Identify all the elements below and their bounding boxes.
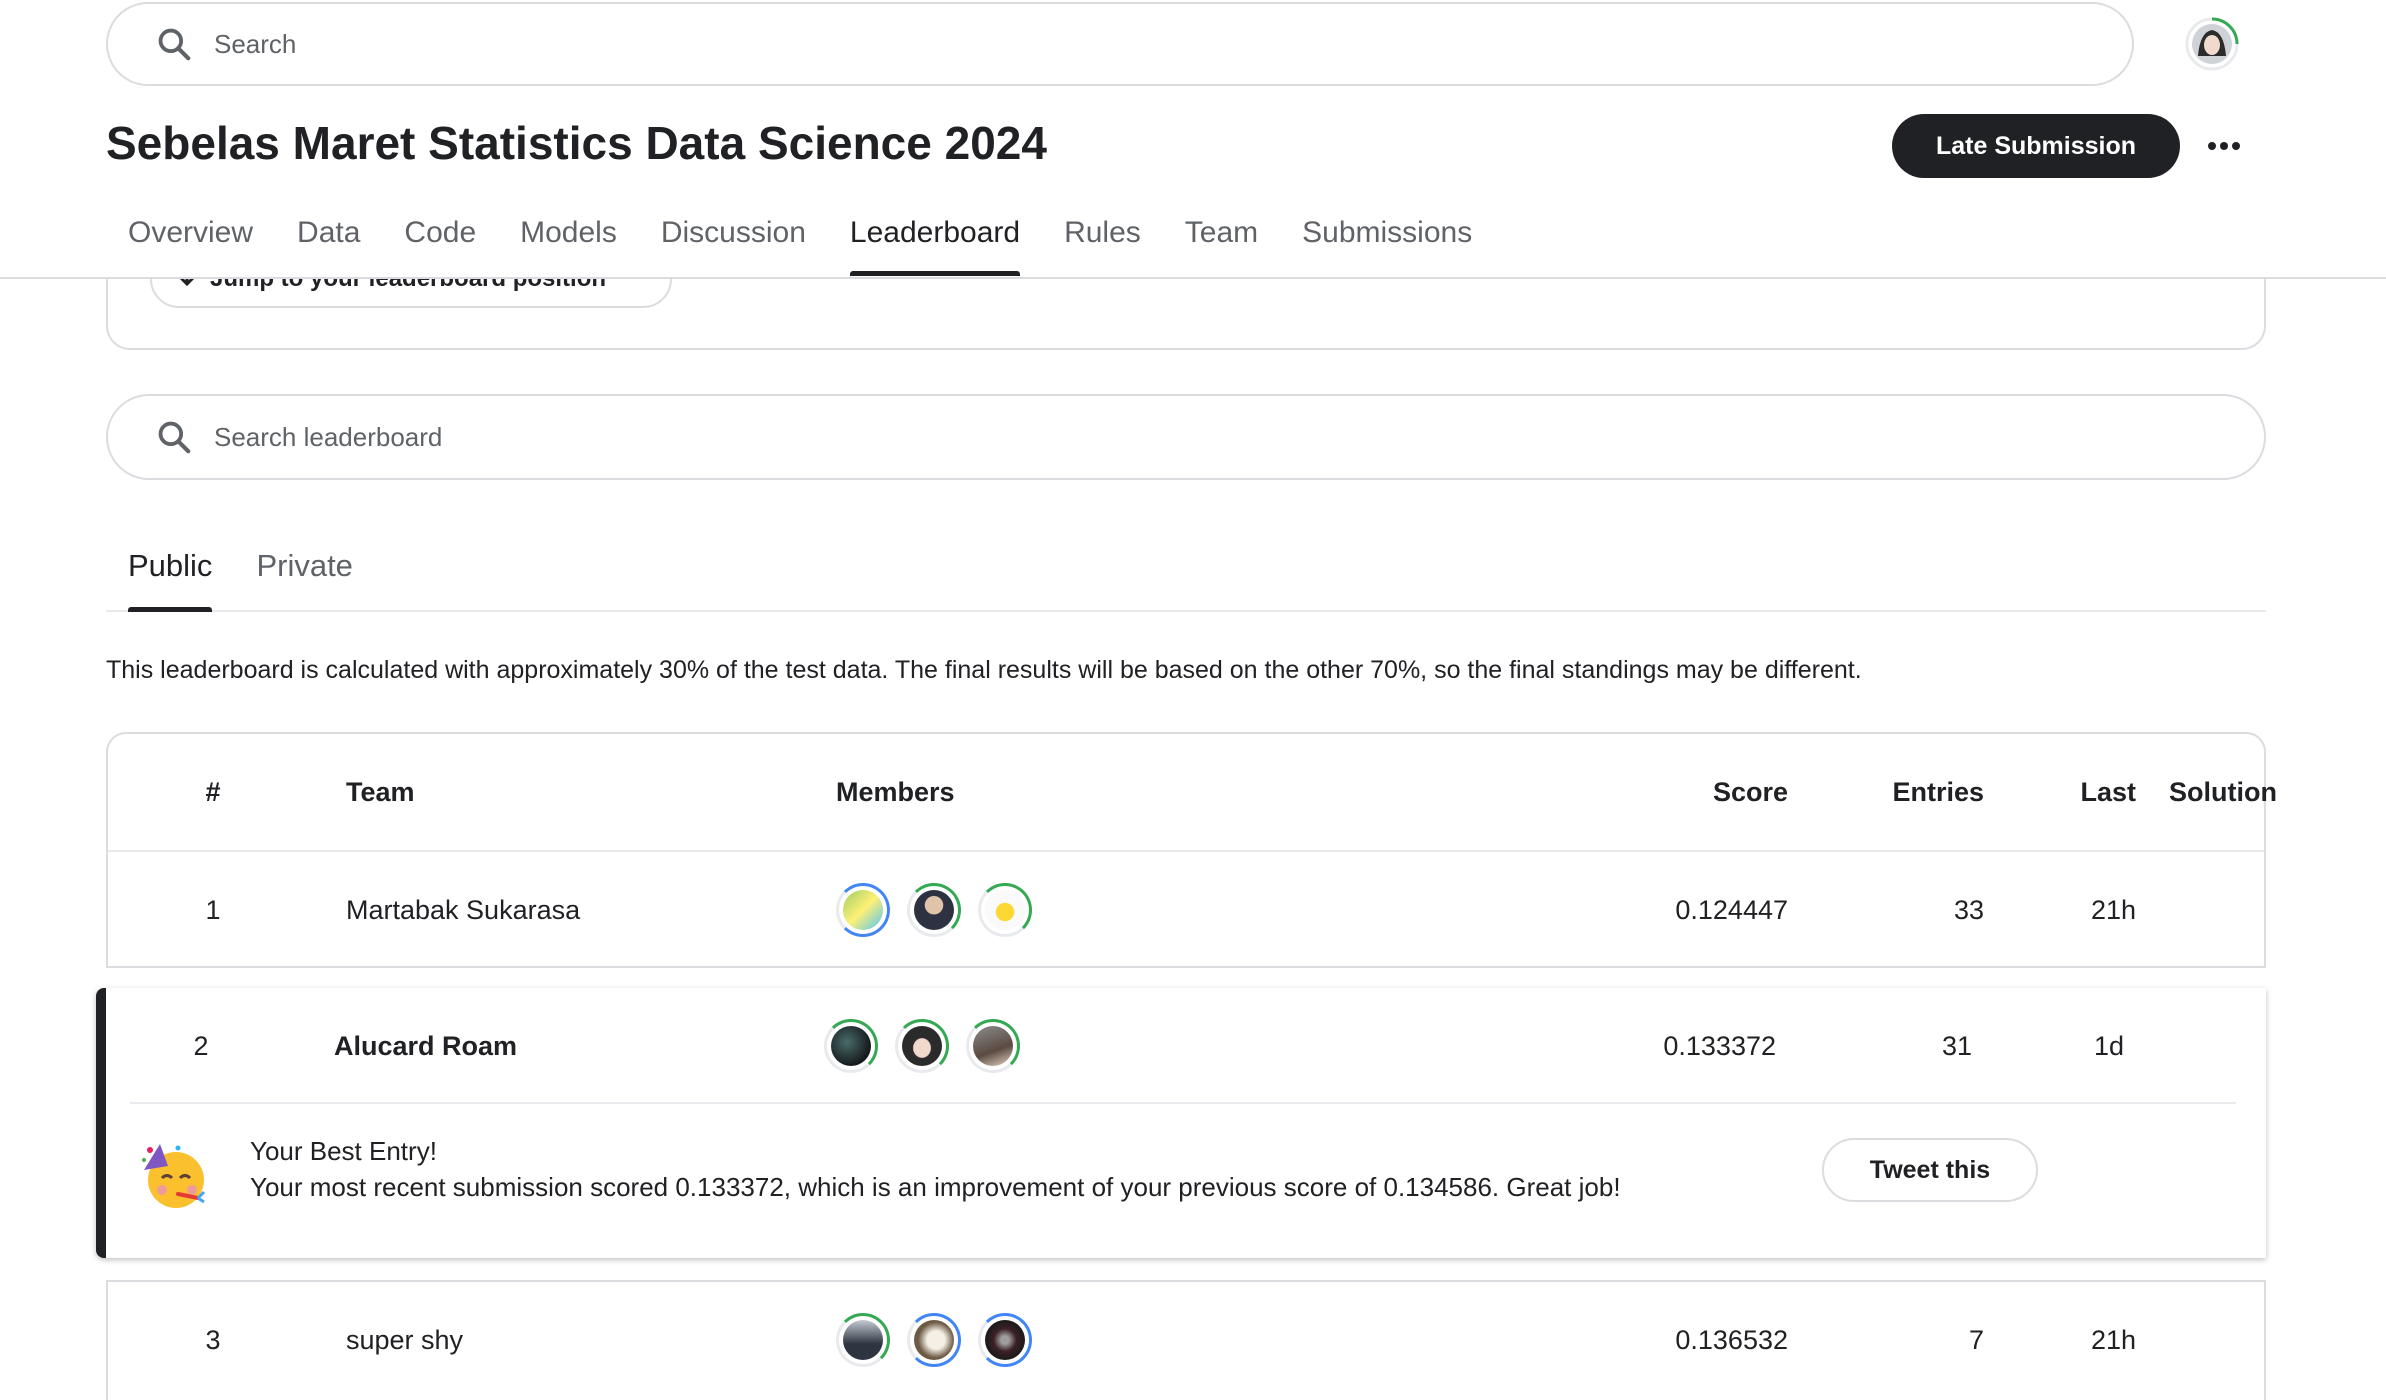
tab-models[interactable]: Models [498,214,639,276]
col-score[interactable]: Score [1488,734,1788,850]
row-score: 0.124447 [1675,894,1788,925]
tab-leaderboard[interactable]: Leaderboard [828,214,1042,276]
leaderboard-tabs: Public Private [106,542,2266,612]
row-rank: 1 [205,894,221,925]
col-rank: # [205,776,221,807]
col-solution: Solution [2169,776,2277,807]
leaderboard-notice: This leaderboard is calculated with appr… [106,656,1862,684]
col-entries[interactable]: Entries [1808,734,1984,850]
member-avatar[interactable] [966,1019,1020,1073]
tab-rules[interactable]: Rules [1042,214,1163,276]
row-team[interactable]: Alucard Roam [334,988,517,1104]
best-entry-message: Your most recent submission scored 0.133… [250,1172,1621,1202]
member-avatar[interactable] [978,883,1032,937]
row-divider [130,1102,2236,1104]
tweet-button[interactable]: Tweet this [1822,1138,2038,1202]
member-avatar[interactable] [836,1313,890,1367]
party-face-icon [138,1140,210,1212]
tab-team[interactable]: Team [1163,214,1280,276]
tab-private[interactable]: Private [234,542,374,610]
row-last: 1d [2093,1030,2124,1061]
row-members [824,988,1037,1104]
late-submission-button[interactable]: Late Submission [1892,114,2180,178]
row-last: 21h [2090,1324,2136,1355]
search-icon [152,22,196,66]
leaderboard-table: # Team Members Score Entries Last Soluti… [106,732,2277,968]
col-members: Members [836,776,955,807]
tab-overview[interactable]: Overview [106,214,275,276]
row-entries: 33 [1953,894,1984,925]
member-avatar[interactable] [824,1019,878,1073]
col-team: Team [346,776,415,807]
row-members [836,1282,1049,1398]
best-entry-title: Your Best Entry! [250,1136,437,1166]
competition-tabs: Overview Data Code Models Discussion Lea… [106,214,1494,276]
row-entries: 7 [1968,1324,1984,1355]
table-row[interactable]: 3 super shy 0.136532 7 21h [108,1282,2264,1398]
table-row[interactable]: 2 Alucard Roam 0.133372 31 1d [106,988,2262,1104]
row-team[interactable]: super shy [346,1282,463,1398]
member-avatar[interactable] [907,1313,961,1367]
tab-discussion[interactable]: Discussion [639,214,828,276]
row-entries: 31 [1941,1030,1972,1061]
row-team[interactable]: Martabak Sukarasa [346,852,580,968]
row-members [836,852,1049,968]
tab-code[interactable]: Code [382,214,498,276]
row-score: 0.133372 [1663,1030,1776,1061]
row-rank: 3 [205,1324,221,1355]
leaderboard-search-input[interactable]: Search leaderboard [106,394,2266,480]
search-icon [152,415,196,459]
member-avatar[interactable] [978,1313,1032,1367]
member-avatar[interactable] [907,883,961,937]
row-score: 0.136532 [1675,1324,1788,1355]
row-rank: 2 [193,1030,209,1061]
user-avatar[interactable] [2184,16,2240,72]
member-avatar[interactable] [836,883,890,937]
page-title: Sebelas Maret Statistics Data Science 20… [106,117,1047,169]
col-last[interactable]: Last [2008,734,2136,850]
tab-data[interactable]: Data [275,214,382,276]
tab-public[interactable]: Public [106,542,234,612]
table-header-row: # Team Members Score Entries Last Soluti… [108,734,2277,850]
site-search-placeholder: Search [214,28,297,59]
member-avatar[interactable] [895,1019,949,1073]
table-row-card: 3 super shy 0.136532 7 21h [106,1280,2266,1400]
page-header: Search Sebelas Maret Statistics Data Sci… [0,0,2386,279]
tab-submissions[interactable]: Submissions [1280,214,1494,276]
table-row[interactable]: 1 Martabak Sukarasa 0.124447 33 21h [108,852,2264,968]
site-search-input[interactable]: Search [106,2,2134,86]
leaderboard-search-placeholder: Search leaderboard [214,421,443,452]
more-icon[interactable] [2200,122,2248,170]
my-team-row-card: 2 Alucard Roam 0.133372 31 1d Your Best … [96,988,2266,1258]
row-last: 21h [2090,894,2136,925]
